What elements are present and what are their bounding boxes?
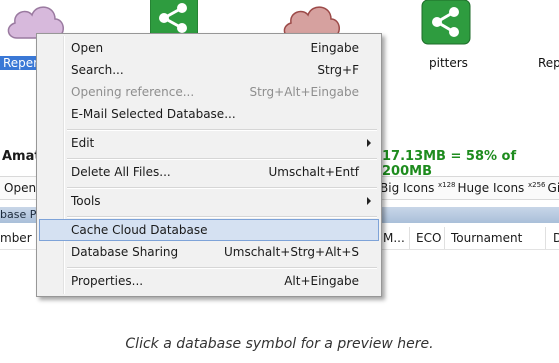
menu-item-delete-all-files[interactable]: Delete All Files... Umschalt+Entf [39, 161, 379, 183]
submenu-arrow-icon [367, 197, 371, 205]
menu-separator [67, 267, 377, 269]
db-label-pitters[interactable]: pitters [429, 56, 468, 70]
menu-item-properties[interactable]: Properties... Alt+Eingabe [39, 270, 379, 292]
column-eco[interactable]: ECO [416, 231, 441, 245]
menu-item-label: E-Mail Selected Database... [71, 107, 236, 121]
menu-shortcut: Alt+Eingabe [284, 274, 359, 288]
menu-shortcut: Strg+Alt+Eingabe [249, 85, 359, 99]
column-d[interactable]: D [553, 231, 559, 245]
preview-hint: Click a database symbol for a preview he… [125, 336, 434, 352]
menu-item-opening-reference[interactable]: Opening reference... Strg+Alt+Eingabe [39, 81, 379, 103]
column-divider [444, 227, 445, 249]
database-title: Amat [2, 149, 41, 164]
menu-item-label: Cache Cloud Database [71, 223, 208, 237]
column-number[interactable]: mber [0, 231, 32, 245]
column-divider [409, 227, 410, 249]
preview-header-label: base Pr [0, 208, 41, 221]
giant-icons-button[interactable]: x256 Gi [528, 181, 559, 195]
menu-item-label: Edit [71, 136, 95, 150]
open-button[interactable]: Open [4, 181, 36, 195]
menu-item-label: Properties... [71, 274, 144, 288]
menu-item-email[interactable]: E-Mail Selected Database... [39, 103, 379, 125]
menu-item-open[interactable]: Open Eingabe [39, 37, 379, 59]
giant-icons-label: Gi [547, 181, 559, 195]
menu-item-search[interactable]: Search... Strg+F [39, 59, 379, 81]
menu-shortcut: Eingabe [310, 41, 360, 55]
menu-item-label: Open [71, 41, 104, 55]
menu-separator [67, 187, 377, 189]
menu-item-label: Delete All Files... [71, 165, 171, 179]
menu-item-cache-cloud-database[interactable]: Cache Cloud Database [39, 219, 379, 241]
menu-shortcut: Strg+F [317, 63, 359, 77]
menu-item-label: Database Sharing [71, 245, 179, 259]
menu-separator [67, 216, 377, 218]
menu-item-label: Tools [71, 194, 101, 208]
huge-icons-label: Huge Icons [457, 181, 525, 195]
menu-item-database-sharing[interactable]: Database Sharing Umschalt+Strg+Alt+S [39, 241, 379, 263]
menu-separator [67, 129, 377, 131]
menu-shortcut: Umschalt+Entf [268, 165, 360, 179]
menu-separator [67, 158, 377, 160]
submenu-arrow-icon [367, 139, 371, 147]
context-menu: Open Eingabe Search... Strg+F Opening re… [36, 33, 382, 297]
share-icon[interactable] [421, 0, 471, 49]
big-icons-button[interactable]: Big Icons [380, 181, 434, 195]
menu-item-label: Opening reference... [71, 85, 195, 99]
menu-item-edit[interactable]: Edit [39, 132, 379, 154]
huge-icons-size: x128 [438, 181, 456, 189]
menu-shortcut: Umschalt+Strg+Alt+S [223, 245, 359, 259]
menu-item-label: Search... [71, 63, 124, 77]
storage-usage: 17.13MB = 58% of 200MB [382, 149, 517, 179]
giant-icons-size: x256 [528, 181, 546, 189]
db-label-rep[interactable]: Rep [538, 56, 559, 70]
menu-item-tools[interactable]: Tools [39, 190, 379, 212]
column-divider [545, 227, 546, 249]
huge-icons-button[interactable]: x128 Huge Icons [438, 181, 524, 195]
column-m[interactable]: M... [383, 231, 405, 245]
column-tournament[interactable]: Tournament [451, 231, 522, 245]
